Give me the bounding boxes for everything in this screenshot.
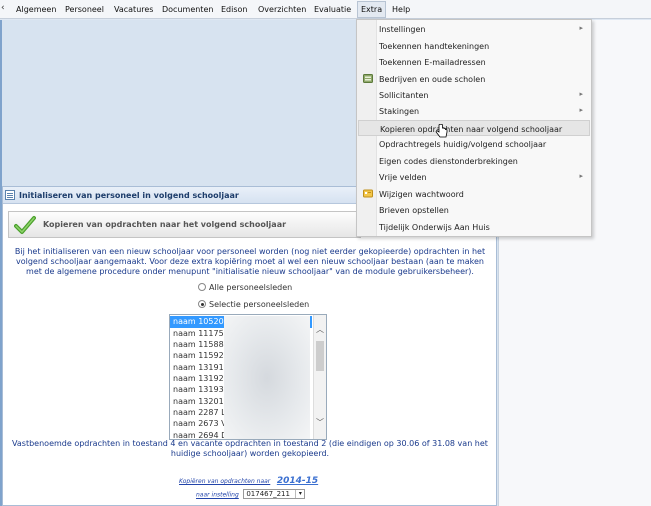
institution-value: 017467_211 [246,490,290,498]
menu-item-stakingen[interactable]: Stakingen ▸ [358,103,590,119]
extra-dropdown-menu: Instellingen ▸ Toekennen handtekeningen … [356,19,592,237]
intro-text: Bij het initialiseren van een nieuw scho… [14,247,486,276]
institution-select[interactable]: 017467_211 ▾ [243,489,306,499]
menu-item-brieven-opstellen[interactable]: Brieven opstellen [358,202,590,218]
submenu-arrow-icon: ▸ [579,106,583,114]
menu-item-instellingen[interactable]: Instellingen ▸ [358,21,590,37]
radio-selected-icon[interactable] [198,300,206,308]
submenu-arrow-icon: ▸ [579,24,583,32]
blurred-names-overlay [224,316,310,439]
menu-algemeen[interactable]: Algemeen [16,5,56,14]
menu-help[interactable]: Help [392,5,410,14]
dropdown-arrow-icon[interactable]: ▾ [295,490,304,498]
menu-item-toekennen-emailadressen[interactable]: Toekennen E-mailadressen [358,54,590,70]
password-icon [363,189,373,198]
menu-vacatures[interactable]: Vacatures [114,5,153,14]
menu-item-wijzigen-wachtwoord[interactable]: Wijzigen wachtwoord [358,186,590,202]
menu-evaluatie[interactable]: Evaluatie [314,5,351,14]
menu-item-vrije-velden[interactable]: Vrije velden ▸ [358,169,590,185]
menu-item-toekennen-handtekeningen[interactable]: Toekennen handtekeningen [358,38,590,54]
hand-cursor-icon [435,124,448,138]
menu-edison[interactable]: Edison [221,5,248,14]
menu-overzichten[interactable]: Overzichten [258,5,306,14]
scroll-down-icon[interactable]: ﹀ [314,417,326,429]
checkmark-icon [14,216,36,234]
submenu-arrow-icon: ▸ [579,90,583,98]
menu-documenten[interactable]: Documenten [162,5,213,14]
institution-label[interactable]: naar instelling [196,492,239,499]
target-year-link[interactable]: 2014-15 [277,476,318,486]
radio-circle-icon[interactable] [198,283,206,291]
copy-to-label[interactable]: Kopiëren van opdrachten naar [179,478,270,485]
menu-item-sollicitanten[interactable]: Sollicitanten ▸ [358,87,590,103]
panel-title: Initialiseren van personeel in volgend s… [19,191,239,200]
menu-item-tijdelijk-onderwijs[interactable]: Tijdelijk Onderwijs Aan Huis [358,219,590,235]
radio-selection-personnel[interactable]: Selectie personeelsleden [198,300,309,309]
radio-all-label: Alle personeelsleden [209,283,293,292]
copy-target-row: Kopiëren van opdrachten naar 2014-15 [179,476,318,486]
menu-item-eigen-codes[interactable]: Eigen codes dienstonderbrekingen [358,153,590,169]
menu-item-bedrijven-oude-scholen[interactable]: Bedrijven en oude scholen [358,71,590,87]
copy-rules-note: Vastbenoemde opdrachten in toestand 4 en… [12,439,488,458]
database-icon [363,74,373,83]
copy-assignments-button[interactable]: Kopieren van opdrachten naar het volgend… [8,211,361,238]
menu-personeel[interactable]: Personeel [65,5,104,14]
scroll-up-icon[interactable]: ︿ [314,324,326,336]
radio-all-personnel[interactable]: Alle personeelsleden [198,283,292,292]
back-arrow-icon[interactable]: ‹ [1,3,5,13]
menu-item-opdrachtregels[interactable]: Opdrachtregels huidig/volgend schooljaar [358,136,590,152]
menu-bar: ‹ Algemeen Personeel Vacatures Documente… [0,0,651,19]
copy-assignments-label: Kopieren van opdrachten naar het volgend… [43,220,287,229]
menu-extra[interactable]: Extra [357,1,387,18]
radio-selection-label: Selectie personeelsleden [209,300,310,309]
submenu-arrow-icon: ▸ [579,172,583,180]
institution-row: naar instelling 017467_211 ▾ [196,489,306,499]
menu-item-kopieren-opdrachten[interactable]: Kopieren opdrachten naar volgend schoolj… [358,120,590,136]
listbox-scrollbar[interactable]: ︿ ﹀ [313,315,326,439]
personnel-listbox[interactable]: naam 10520 naam 11175 naam 11588 naam 11… [169,314,327,440]
scroll-thumb[interactable] [316,341,324,371]
form-icon [5,190,15,200]
